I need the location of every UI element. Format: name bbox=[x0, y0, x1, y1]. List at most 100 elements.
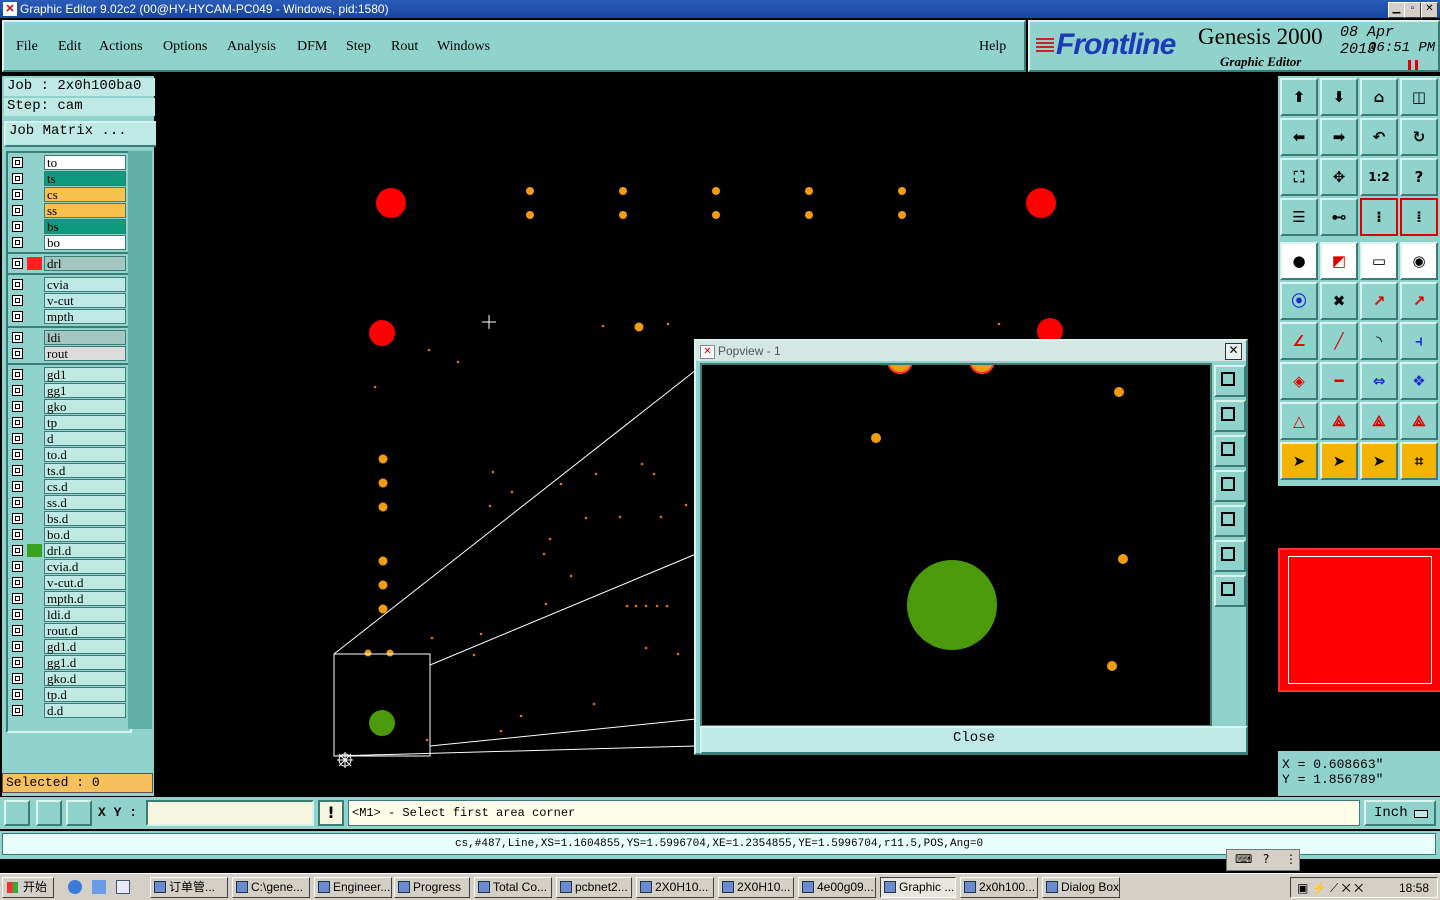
layer-row[interactable]: cs.d bbox=[8, 479, 128, 494]
layer-checkbox[interactable] bbox=[12, 577, 23, 588]
layer-row[interactable]: bs bbox=[8, 219, 128, 234]
layer-row[interactable]: gko.d bbox=[8, 671, 128, 686]
layer-checkbox[interactable] bbox=[12, 593, 23, 604]
polygon-edit-icon[interactable]: ⟁ bbox=[1360, 402, 1398, 440]
layer-row[interactable]: tp.d bbox=[8, 687, 128, 702]
layer-row[interactable]: cs bbox=[8, 187, 128, 202]
layer-checkbox[interactable] bbox=[12, 295, 23, 306]
menu-options[interactable]: Options bbox=[163, 39, 207, 55]
zoom-fit-icon[interactable]: ⛶ bbox=[1280, 158, 1318, 196]
layer-name[interactable]: gg1 bbox=[44, 383, 126, 398]
layer-name[interactable]: ldi.d bbox=[44, 607, 126, 622]
layer-row[interactable]: v-cut.d bbox=[8, 575, 128, 590]
layer-checkbox[interactable] bbox=[12, 433, 23, 444]
layer-row[interactable]: tp bbox=[8, 415, 128, 430]
zoom-in-icon[interactable]: ✥ bbox=[1320, 158, 1358, 196]
measure-icon[interactable]: ⊷ bbox=[1320, 198, 1358, 236]
layer-row[interactable]: to.d bbox=[8, 447, 128, 462]
layer-row[interactable]: gg1.d bbox=[8, 655, 128, 670]
layer-checkbox[interactable] bbox=[12, 465, 23, 476]
pad-add-icon[interactable]: ● bbox=[1280, 242, 1318, 280]
popview-zoom-icon[interactable] bbox=[1214, 365, 1246, 397]
warning-button[interactable]: ! bbox=[318, 800, 344, 826]
layer-row[interactable]: d.d bbox=[8, 703, 128, 718]
layer-checkbox[interactable] bbox=[12, 641, 23, 652]
layer-row[interactable]: rout bbox=[8, 346, 128, 361]
layer-checkbox[interactable] bbox=[12, 189, 23, 200]
menu-actions[interactable]: Actions bbox=[99, 39, 143, 55]
layer-name[interactable]: cs.d bbox=[44, 479, 126, 494]
layer-checkbox[interactable] bbox=[12, 401, 23, 412]
taskbar-item[interactable]: 2x0h100... bbox=[960, 877, 1038, 898]
layer-name[interactable]: gd1.d bbox=[44, 639, 126, 654]
window-title-bar[interactable]: ✕ Graphic Editor 9.02c2 (00@HY-HYCAM-PC0… bbox=[0, 0, 1440, 18]
layer-name[interactable]: rout bbox=[44, 346, 126, 361]
layer-name[interactable]: cs bbox=[44, 187, 126, 202]
copy-node-icon[interactable]: ↗ bbox=[1400, 282, 1438, 320]
layer-checkbox[interactable] bbox=[12, 417, 23, 428]
layer-row[interactable]: rout.d bbox=[8, 623, 128, 638]
layer-checkbox[interactable] bbox=[12, 258, 23, 269]
layer-checkbox[interactable] bbox=[12, 481, 23, 492]
layer-checkbox[interactable] bbox=[12, 348, 23, 359]
layer-checkbox[interactable] bbox=[12, 205, 23, 216]
layer-name[interactable]: cvia bbox=[44, 277, 126, 292]
popview-canvas[interactable] bbox=[700, 348, 1212, 727]
layer-checkbox[interactable] bbox=[12, 689, 23, 700]
layer-checkbox[interactable] bbox=[12, 385, 23, 396]
help-icon[interactable]: ? bbox=[1400, 158, 1438, 196]
popview-close-icon[interactable]: ✕ bbox=[1225, 343, 1242, 360]
popview-pan-right-icon[interactable] bbox=[1214, 505, 1246, 537]
layer-checkbox[interactable] bbox=[12, 279, 23, 290]
layer-checkbox[interactable] bbox=[12, 237, 23, 248]
layer-name[interactable]: drl bbox=[44, 256, 126, 271]
layer-name[interactable]: to bbox=[44, 155, 126, 170]
taskbar-item[interactable]: 2X0H10... bbox=[636, 877, 714, 898]
menu-step[interactable]: Step bbox=[346, 39, 371, 55]
round-pad-icon[interactable]: ◉ bbox=[1400, 242, 1438, 280]
home-icon[interactable]: ⌂ bbox=[1360, 78, 1398, 116]
popview-fit-icon[interactable] bbox=[1214, 540, 1246, 572]
layer-row[interactable]: gg1 bbox=[8, 383, 128, 398]
layer-row[interactable]: mpth.d bbox=[8, 591, 128, 606]
layer-name[interactable]: mpth bbox=[44, 309, 126, 324]
select-pointer-icon[interactable]: ➤ bbox=[1280, 442, 1318, 480]
taskbar-item[interactable]: Total Co... bbox=[474, 877, 552, 898]
move-pad-icon[interactable]: ◈ bbox=[1280, 362, 1318, 400]
layer-name[interactable]: v-cut bbox=[44, 293, 126, 308]
pan-right-icon[interactable]: ➡ bbox=[1320, 118, 1358, 156]
layer-row[interactable]: gd1.d bbox=[8, 639, 128, 654]
layer-name[interactable]: ldi bbox=[44, 330, 126, 345]
taskbar-item[interactable]: Engineer... bbox=[314, 877, 392, 898]
arc-icon[interactable]: ◝ bbox=[1360, 322, 1398, 360]
layer-name[interactable]: tp bbox=[44, 415, 126, 430]
snap-icon[interactable]: ⁝ bbox=[1360, 198, 1398, 236]
menu-file[interactable]: File bbox=[16, 39, 38, 55]
layer-name[interactable]: mpth.d bbox=[44, 591, 126, 606]
polygon-cut-icon[interactable]: ⟁ bbox=[1400, 402, 1438, 440]
undo-view-icon[interactable]: ↶ bbox=[1360, 118, 1398, 156]
taskbar-item[interactable]: 2X0H10... bbox=[718, 877, 794, 898]
menu-analysis[interactable]: Analysis bbox=[227, 39, 276, 55]
layer-row[interactable]: gko bbox=[8, 399, 128, 414]
popview-pan-up-icon[interactable] bbox=[1214, 400, 1246, 432]
layer-row[interactable]: v-cut bbox=[8, 293, 128, 308]
layer-name[interactable]: ss.d bbox=[44, 495, 126, 510]
taskbar-item[interactable]: Progress bbox=[394, 877, 470, 898]
layer-row[interactable]: drl bbox=[8, 256, 128, 271]
overview-map[interactable] bbox=[1278, 486, 1440, 749]
snap-connect-icon[interactable]: ⁞ bbox=[1400, 198, 1438, 236]
layer-checkbox[interactable] bbox=[12, 332, 23, 343]
popview-pan-down-icon[interactable] bbox=[1214, 435, 1246, 467]
layer-name[interactable]: v-cut.d bbox=[44, 575, 126, 590]
pan-left-icon[interactable]: ⬅ bbox=[1280, 118, 1318, 156]
angle-icon[interactable]: ∠ bbox=[1280, 322, 1318, 360]
split-view-icon[interactable]: ◫ bbox=[1400, 78, 1438, 116]
layer-row[interactable]: to bbox=[8, 155, 128, 170]
delete-node-icon[interactable]: ✖ bbox=[1320, 282, 1358, 320]
layer-checkbox[interactable] bbox=[12, 609, 23, 620]
mirror-icon[interactable]: ⫞ bbox=[1400, 322, 1438, 360]
layer-name[interactable]: bs.d bbox=[44, 511, 126, 526]
close-window-button[interactable]: ✕ bbox=[1421, 2, 1438, 18]
ime-toolbar[interactable]: ⌨ ? ⋮ bbox=[1226, 849, 1300, 871]
